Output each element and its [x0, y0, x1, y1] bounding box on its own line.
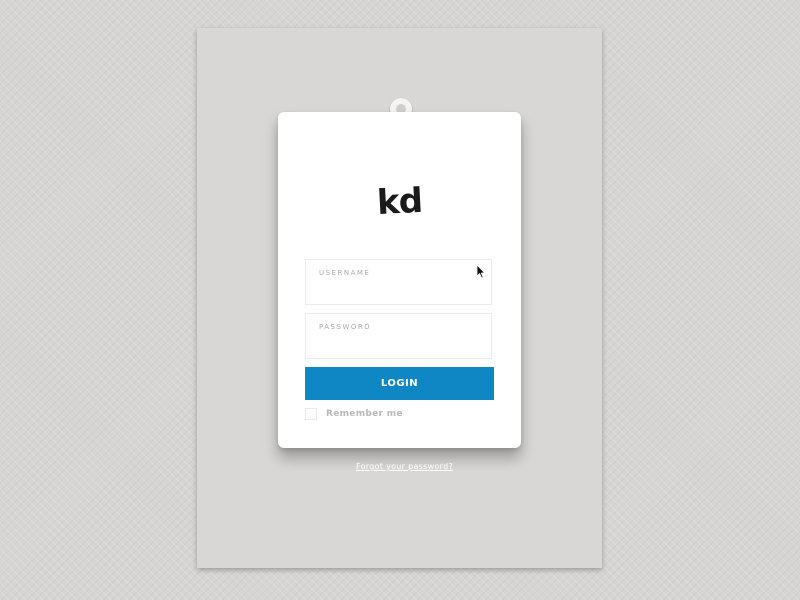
username-label: USERNAME	[319, 269, 371, 277]
arrow-cursor-icon	[476, 264, 486, 279]
remember-me-label: Remember me	[326, 409, 403, 419]
logo: kd	[375, 180, 423, 224]
remember-me-checkbox[interactable]	[305, 408, 317, 420]
login-card: kd USERNAME PASSWORD LOGIN Remember me	[278, 112, 521, 448]
login-button[interactable]: LOGIN	[305, 367, 494, 400]
forgot-password-link[interactable]: Forgot your password?	[278, 462, 531, 471]
password-label: PASSWORD	[319, 323, 372, 331]
password-input[interactable]: PASSWORD	[305, 313, 492, 359]
remember-me-row[interactable]: Remember me	[305, 406, 403, 422]
username-input[interactable]: USERNAME	[305, 259, 492, 305]
